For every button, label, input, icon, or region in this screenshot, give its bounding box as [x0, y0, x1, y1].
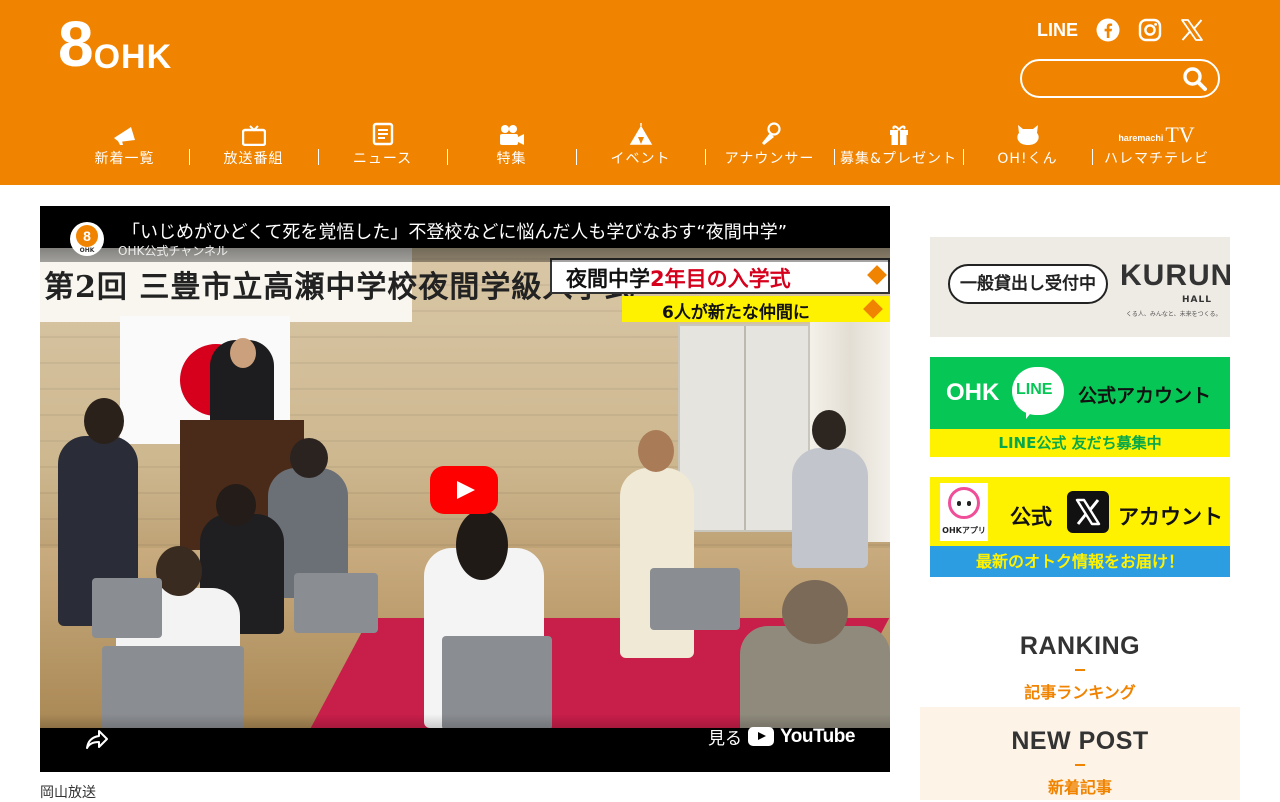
- banner-official-text: 公式: [1010, 505, 1052, 529]
- kurun-hall-text: HALL: [1182, 295, 1212, 305]
- nav-item-ohkun[interactable]: OH!くん: [963, 116, 1092, 172]
- new-post-subtitle: 新着記事: [1047, 778, 1112, 797]
- chair: [92, 578, 162, 638]
- nav-label: 特集: [496, 151, 527, 167]
- news-ticker-sub: 6人が新たな仲間に: [622, 296, 890, 323]
- nav-label: 放送番組: [223, 151, 284, 167]
- tv-icon: [241, 125, 266, 146]
- attendee-figure: [792, 448, 868, 568]
- video-top-bar: 8 OHK 「いじめがひどくて死を覚悟した」不登校などに悩んだ人も学びなおす“夜…: [40, 206, 890, 262]
- cat-face-icon: [1016, 125, 1039, 145]
- ranking-section: RANKING 記事ランキング: [920, 632, 1240, 703]
- kurun-logo: KURUN: [1120, 259, 1230, 292]
- x-official-banner[interactable]: OHKアプリ 公式 アカウント 最新のオトク情報をお届け！: [930, 477, 1230, 577]
- facebook-icon[interactable]: [1096, 18, 1120, 42]
- news-ticker-main: 夜間中学2年目の入学式: [550, 258, 890, 294]
- ohk-app-icon: OHKアプリ: [940, 483, 988, 541]
- share-icon[interactable]: [84, 726, 110, 752]
- tent-icon: [629, 123, 652, 145]
- haremachi-tv-logo: haremachi TV: [1118, 122, 1195, 147]
- nav-item-event[interactable]: イベント: [576, 116, 705, 172]
- ranking-title: RANKING: [1019, 632, 1141, 660]
- nav-label: ニュース: [352, 151, 413, 167]
- new-post-title: NEW POST: [1011, 727, 1149, 755]
- nav-label: 募集&プレゼント: [840, 151, 957, 167]
- ranking-subtitle: 記事ランキング: [1024, 683, 1136, 702]
- main-nav: 新着一覧 放送番組 ニュース 特集 イベント アナウンサー 募集&プレゼント O…: [60, 116, 1221, 172]
- nav-item-new[interactable]: 新着一覧: [60, 116, 189, 172]
- watch-on-youtube-button[interactable]: 見る YouTube: [708, 724, 855, 750]
- line-link[interactable]: LINE: [1037, 20, 1078, 41]
- line-bubble-icon: LINE: [1012, 367, 1064, 419]
- channel-avatar[interactable]: 8 OHK: [70, 222, 104, 256]
- site-header: 8 OHK LINE 新着一覧 放送番組 ニュース 特集 イベント アナウンサー…: [0, 0, 1280, 185]
- nav-item-announcer[interactable]: アナウンサー: [705, 116, 834, 172]
- youtube-wordmark: YouTube: [780, 725, 855, 747]
- gift-icon: [889, 125, 908, 145]
- logo-numeral: 8: [58, 8, 94, 80]
- cat-face-icon: [948, 487, 980, 519]
- nav-item-haremachi[interactable]: haremachi TV ハレマチテレビ: [1092, 116, 1221, 172]
- video-title[interactable]: 「いじめがひどくて死を覚悟した」不登校などに悩んだ人も学びなおす“夜間中学”: [122, 218, 787, 244]
- nav-label: イベント: [610, 151, 671, 167]
- x-logo-icon: [1067, 491, 1109, 533]
- chair: [294, 573, 378, 633]
- nav-label: OH!くん: [997, 151, 1058, 167]
- nav-label: アナウンサー: [724, 151, 815, 167]
- watch-label: 見る: [708, 729, 742, 749]
- line-official-banner[interactable]: OHK LINE 公式アカウント LINE公式 友だち募集中: [930, 357, 1230, 457]
- instagram-icon[interactable]: [1138, 18, 1162, 42]
- x-icon[interactable]: [1180, 18, 1204, 42]
- logo-text: OHK: [93, 38, 173, 76]
- kurun-slogan: くる人、みんなと、未来をつくる。: [1126, 311, 1222, 318]
- new-post-section: NEW POST 新着記事: [920, 707, 1240, 800]
- banner-account-text: アカウント: [1118, 505, 1223, 529]
- nav-item-programs[interactable]: 放送番組: [189, 116, 318, 172]
- ohk-logo[interactable]: 8 OHK: [58, 12, 172, 76]
- search-input[interactable]: [1032, 67, 1182, 91]
- social-links: LINE: [1037, 18, 1204, 42]
- banner-tag: 一般貸出し受付中: [948, 264, 1108, 304]
- nav-item-news[interactable]: ニュース: [318, 116, 447, 172]
- youtube-video-player[interactable]: 第2回 三豊市立高瀬中学校夜間学級入学式 夜間中学2年目の入学式 6人が新たな仲…: [40, 206, 890, 772]
- youtube-logo-icon: [748, 727, 774, 746]
- search-icon[interactable]: [1182, 66, 1208, 92]
- news-icon: [372, 122, 393, 146]
- chair: [650, 568, 740, 630]
- megaphone-icon: [113, 127, 135, 145]
- nav-item-present[interactable]: 募集&プレゼント: [834, 116, 963, 172]
- microphone-icon: [761, 122, 781, 145]
- background-door: [678, 324, 810, 532]
- channel-name[interactable]: OHK公式チャンネル: [118, 242, 228, 259]
- kurun-hall-banner[interactable]: 一般貸出し受付中 KURUN HALL くる人、みんなと、未来をつくる。: [930, 237, 1230, 337]
- nav-label: ハレマチテレビ: [1104, 151, 1209, 167]
- camera-icon: [499, 125, 524, 145]
- nav-item-feature[interactable]: 特集: [447, 116, 576, 172]
- banner-official-text: 公式アカウント: [1078, 385, 1212, 407]
- video-caption: 岡山放送: [40, 785, 96, 801]
- banner-cta-bar: LINE公式 友だち募集中: [930, 429, 1230, 457]
- nav-label: 新着一覧: [94, 151, 155, 167]
- banner-cta-bar: 最新のオトク情報をお届け！: [930, 546, 1230, 577]
- search-box: [1020, 59, 1220, 98]
- play-button[interactable]: [430, 466, 498, 514]
- banner-ohk-text: OHK: [946, 379, 1000, 406]
